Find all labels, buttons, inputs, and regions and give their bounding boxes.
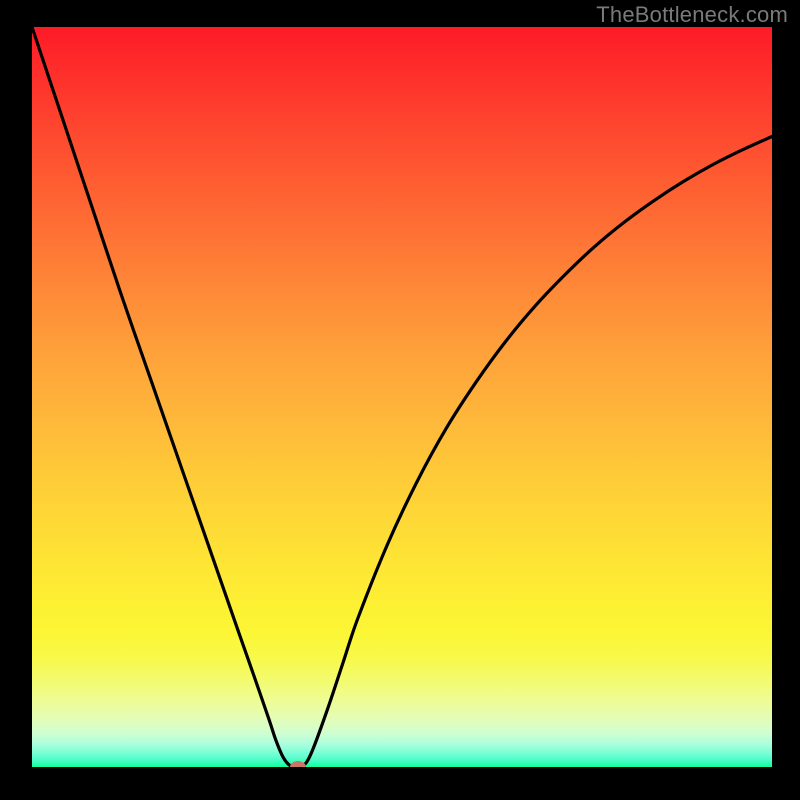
- watermark-text: TheBottleneck.com: [596, 2, 788, 28]
- plot-area: [32, 27, 772, 767]
- bottleneck-curve: [32, 27, 772, 767]
- minimum-marker: [290, 761, 306, 767]
